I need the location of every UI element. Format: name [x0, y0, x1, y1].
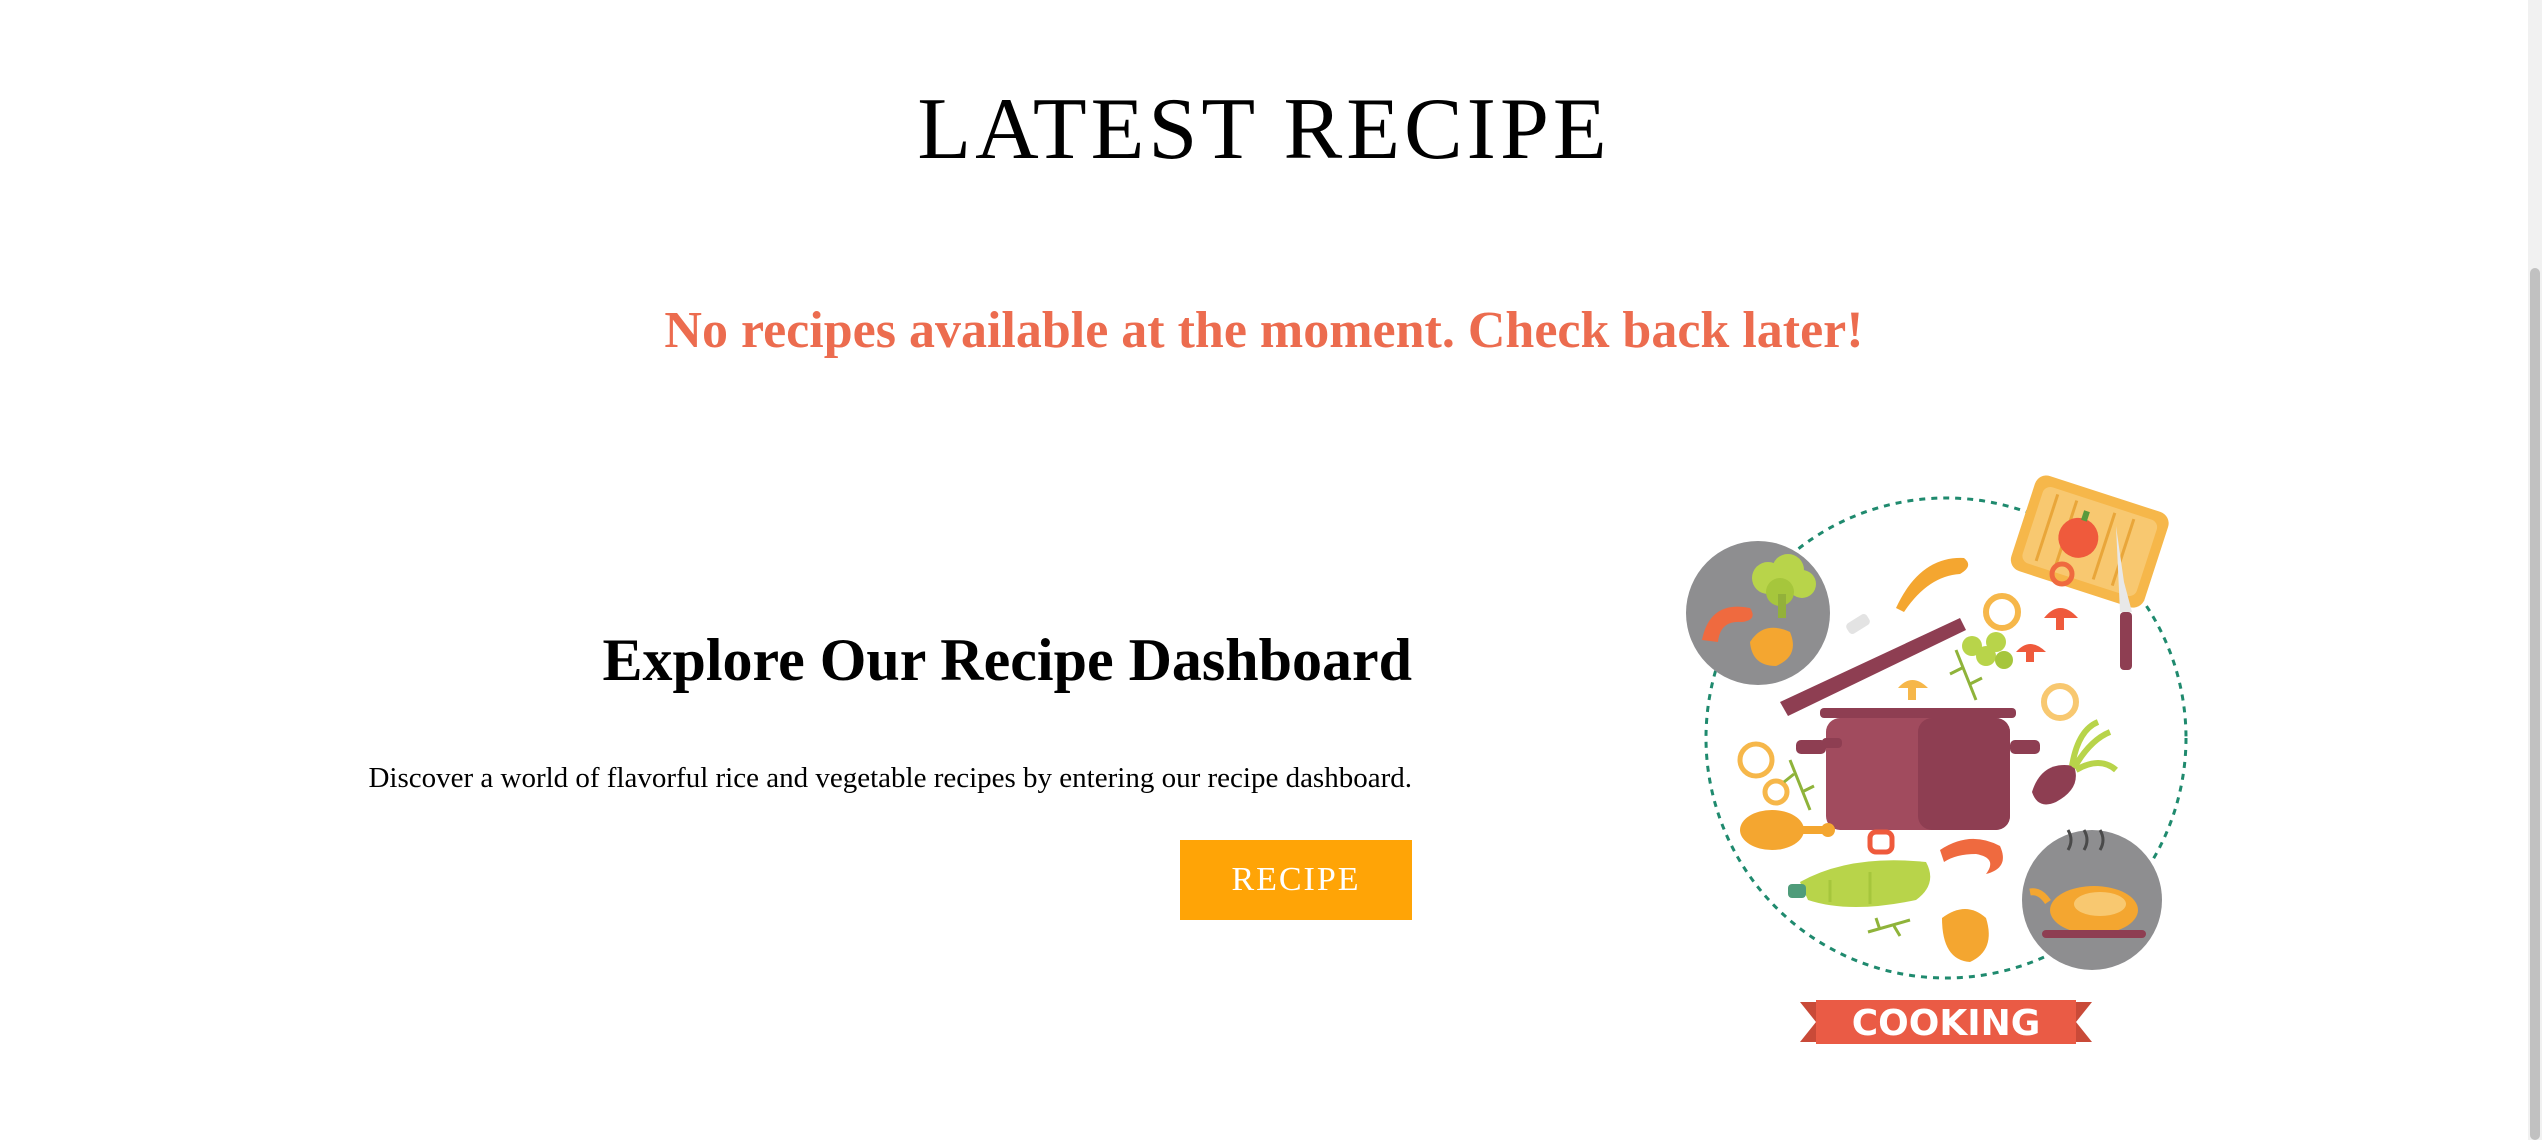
scrollbar[interactable] [2528, 0, 2542, 1140]
cooking-illustration: COOKING [1680, 470, 2200, 1070]
onion-ring-icon [1983, 593, 2021, 631]
chili-icon [1896, 557, 1969, 612]
cooking-illustration-graphic: COOKING [1686, 475, 2188, 1044]
broccoli-icon [1962, 632, 2013, 669]
shrimp-icon [1940, 838, 2003, 874]
explore-heading: Explore Our Recipe Dashboard [602, 627, 1412, 693]
scrollbar-thumb[interactable] [2530, 268, 2540, 1140]
pot-icon [1796, 708, 2040, 830]
drumstick-icon [1740, 810, 1835, 850]
vegetable-plate-icon [1686, 541, 1830, 685]
beet-icon [2032, 719, 2118, 805]
empty-recipes-message: No recipes available at the moment. Chec… [664, 302, 1864, 359]
cooking-banner-text: COOKING [1852, 1003, 2041, 1044]
explore-description: Discover a world of flavorful rice and v… [368, 762, 1412, 794]
page: LATEST RECIPE No recipes available at th… [0, 0, 2542, 1140]
latest-recipe-heading: LATEST RECIPE [917, 81, 1611, 178]
roast-chicken-plate-icon [2022, 829, 2162, 970]
recipe-button[interactable]: RECIPE [1180, 840, 1412, 920]
explore-section: Explore Our Recipe Dashboard Discover a … [300, 620, 1412, 920]
cutting-board-icon [2010, 475, 2169, 608]
zucchini-icon [1788, 860, 1931, 907]
pepper-icon [1942, 909, 1989, 962]
cooking-banner: COOKING [1800, 1000, 2092, 1044]
